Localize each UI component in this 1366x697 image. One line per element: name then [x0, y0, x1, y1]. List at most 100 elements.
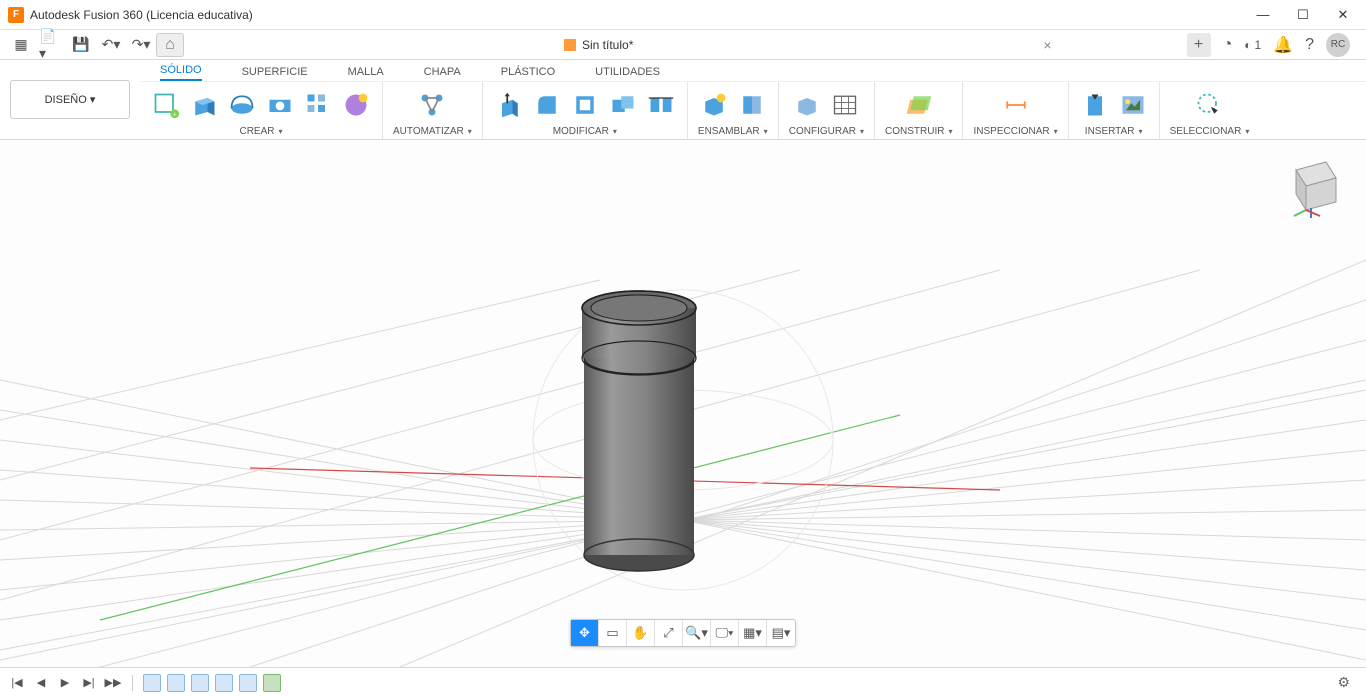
grid-settings-button[interactable]: ▦▾ [739, 620, 767, 646]
app-icon: F [8, 7, 24, 23]
tab-plastico[interactable]: PLÁSTICO [501, 66, 555, 81]
configure-button[interactable] [791, 89, 823, 121]
home-button[interactable]: ⌂ [156, 33, 184, 57]
pan-button[interactable]: ✋ [627, 620, 655, 646]
viewport[interactable]: ✥ ▭ ✋ ⤢ 🔍▾ 🖵▾ ▦▾ ▤▾ [0, 140, 1366, 667]
timeline: |◀ ◀ ▶ ▶| ▶▶ ⚙ [0, 667, 1366, 697]
user-avatar[interactable]: RC [1326, 33, 1350, 57]
primitive-button[interactable] [340, 89, 372, 121]
minimize-button[interactable]: — [1254, 7, 1272, 23]
group-label-seleccionar: SELECCIONAR [1170, 126, 1242, 137]
quick-access-toolbar: ▦ 📄▾ 💾 ↶▾ ↷▾ ⌂ Sin título* × + ◔ ◐ 1 🔔 ?… [0, 30, 1366, 60]
timeline-feature-4[interactable] [215, 674, 233, 692]
orbit-button[interactable]: ✥ [571, 620, 599, 646]
timeline-feature-1[interactable] [143, 674, 161, 692]
timeline-prev-button[interactable]: ◀ [32, 674, 50, 692]
svg-text:+: + [173, 111, 177, 118]
file-menu-button[interactable]: 📄▾ [39, 33, 63, 57]
combine-button[interactable] [607, 89, 639, 121]
joint-button[interactable] [736, 89, 768, 121]
save-button[interactable]: 💾 [69, 33, 93, 57]
tab-utilidades[interactable]: UTILIDADES [595, 66, 660, 81]
timeline-feature-3[interactable] [191, 674, 209, 692]
timeline-start-button[interactable]: |◀ [8, 674, 26, 692]
timeline-feature-5[interactable] [239, 674, 257, 692]
workspace-label: DISEÑO [45, 94, 87, 106]
timeline-settings-button[interactable]: ⚙ [1337, 674, 1358, 691]
automate-button[interactable] [416, 89, 448, 121]
close-document-button[interactable]: × [1043, 37, 1051, 53]
group-label-modificar: MODIFICAR [553, 126, 609, 137]
modificar-dropdown[interactable] [611, 126, 617, 137]
document-icon [564, 39, 576, 51]
timeline-feature-6[interactable] [263, 674, 281, 692]
group-label-crear: CREAR [239, 126, 274, 137]
presspull-button[interactable] [493, 89, 525, 121]
insert-image-button[interactable] [1117, 89, 1149, 121]
shell-button[interactable] [569, 89, 601, 121]
workspace-selector[interactable]: DISEÑO ▾ [10, 80, 130, 119]
group-inspeccionar: INSPECCIONAR [963, 82, 1068, 139]
window-title: Autodesk Fusion 360 (Licencia educativa) [30, 8, 253, 22]
group-label-automatizar: AUTOMATIZAR [393, 126, 464, 137]
lookat-button[interactable]: ▭ [599, 620, 627, 646]
fit-button[interactable]: 🔍▾ [683, 620, 711, 646]
pattern-button[interactable] [302, 89, 334, 121]
extensions-button[interactable]: ◔ [1223, 36, 1233, 54]
redo-button[interactable]: ↷▾ [129, 33, 153, 57]
tab-solido[interactable]: SÓLIDO [160, 64, 202, 81]
group-label-ensamblar: ENSAMBLAR [698, 126, 760, 137]
display-settings-button[interactable]: 🖵▾ [711, 620, 739, 646]
close-button[interactable]: ✕ [1334, 7, 1352, 23]
select-button[interactable] [1193, 89, 1225, 121]
group-label-insertar: INSERTAR [1085, 126, 1135, 137]
group-insertar: INSERTAR [1069, 82, 1160, 139]
ribbon-groups: + CREAR AUTOMATIZAR [140, 82, 1366, 139]
viewcube[interactable] [1276, 150, 1346, 220]
viewport-layout-button[interactable]: ▤▾ [767, 620, 795, 646]
measure-button[interactable] [1000, 89, 1032, 121]
timeline-feature-2[interactable] [167, 674, 185, 692]
navigation-bar: ✥ ▭ ✋ ⤢ 🔍▾ 🖵▾ ▦▾ ▤▾ [570, 619, 796, 647]
zoom-button[interactable]: ⤢ [655, 620, 683, 646]
notifications-button[interactable]: 🔔 [1273, 35, 1293, 55]
timeline-end-button[interactable]: ▶▶ [104, 674, 122, 692]
revolve-button[interactable] [226, 89, 258, 121]
timeline-next-button[interactable]: ▶| [80, 674, 98, 692]
group-construir: CONSTRUIR [875, 82, 963, 139]
automatizar-dropdown[interactable] [466, 126, 472, 137]
tab-malla[interactable]: MALLA [348, 66, 384, 81]
document-tab[interactable]: Sin título* [564, 38, 633, 52]
ensamblar-dropdown[interactable] [762, 126, 768, 137]
new-component-button[interactable] [698, 89, 730, 121]
maximize-button[interactable]: ☐ [1294, 7, 1312, 23]
extrude-button[interactable] [188, 89, 220, 121]
job-status-button[interactable]: ◐ 1 [1244, 38, 1261, 52]
insertar-dropdown[interactable] [1136, 126, 1142, 137]
sketch-button[interactable]: + [150, 89, 182, 121]
group-modificar: MODIFICAR [483, 82, 688, 139]
insert-derive-button[interactable] [1079, 89, 1111, 121]
crear-dropdown[interactable] [277, 126, 283, 137]
seleccionar-dropdown[interactable] [1243, 126, 1249, 137]
fillet-button[interactable] [531, 89, 563, 121]
tab-superficie[interactable]: SUPERFICIE [242, 66, 308, 81]
group-label-configurar: CONFIGURAR [789, 126, 856, 137]
configurar-dropdown[interactable] [858, 126, 864, 137]
help-button[interactable]: ? [1305, 36, 1314, 54]
timeline-play-button[interactable]: ▶ [56, 674, 74, 692]
construir-dropdown[interactable] [946, 126, 952, 137]
hole-button[interactable] [264, 89, 296, 121]
tab-chapa[interactable]: CHAPA [424, 66, 461, 81]
data-panel-button[interactable]: ▦ [9, 33, 33, 57]
model-cylinder [582, 291, 696, 571]
plane-button[interactable] [903, 89, 935, 121]
avatar-initials: RC [1331, 39, 1345, 50]
new-tab-button[interactable]: + [1187, 33, 1211, 57]
undo-button[interactable]: ↶▾ [99, 33, 123, 57]
ribbon: DISEÑO ▾ SÓLIDO SUPERFICIE MALLA CHAPA P… [0, 60, 1366, 140]
group-ensamblar: ENSAMBLAR [688, 82, 779, 139]
align-button[interactable] [645, 89, 677, 121]
inspeccionar-dropdown[interactable] [1052, 126, 1058, 137]
table-button[interactable] [829, 89, 861, 121]
